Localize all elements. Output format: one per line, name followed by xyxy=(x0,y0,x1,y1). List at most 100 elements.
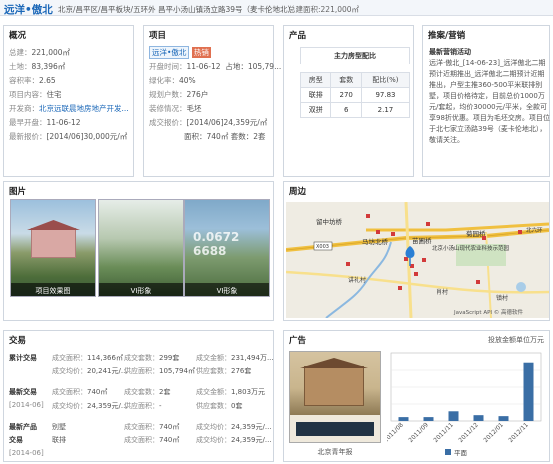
roof-shape xyxy=(27,220,80,230)
poi-marker[interactable] xyxy=(518,230,522,234)
map-canvas[interactable]: X003 留中坊桥 马坊北桥 苗圃桥 菊园桥 北六环 北京小汤山现代农业科技示范… xyxy=(286,202,549,318)
image-label: 项目效果图 xyxy=(11,283,95,296)
poi-marker[interactable] xyxy=(366,214,370,218)
map-panel: 周边 X003 留中坊桥 马坊北桥 苗圃桥 菊园桥 北六环 北京小汤山现代农业科… xyxy=(283,181,550,321)
poi-marker[interactable] xyxy=(422,258,426,262)
trade-cell: 供应套数：0套 xyxy=(196,402,243,410)
image-label: VI形象 xyxy=(185,283,269,296)
x-tick-label: 2011/09 xyxy=(407,421,430,444)
ad-text-block xyxy=(296,422,374,436)
trade-cell: 成交均价：24,359元/... xyxy=(196,423,272,431)
trade-cell: 供应面积：105,794㎡ xyxy=(124,367,195,375)
poi-marker[interactable] xyxy=(404,257,408,261)
project-row: 绿化率：40% xyxy=(149,76,196,85)
lake xyxy=(516,282,526,292)
trade-cell: 成交金额：1,803万元 xyxy=(196,388,266,396)
trade-cell: 别墅 xyxy=(52,423,66,431)
road xyxy=(366,222,549,232)
chart-bar[interactable] xyxy=(473,415,484,421)
ad-roof-icon xyxy=(300,358,368,368)
chart-bar[interactable] xyxy=(398,417,409,421)
trade-cell: 成交套数：2套 xyxy=(124,388,171,396)
poi-marker[interactable] xyxy=(346,262,350,266)
ad-house-icon xyxy=(304,366,364,406)
map-label: 马坊北桥 xyxy=(362,237,389,246)
x-tick-label: 2012/11 xyxy=(507,421,530,444)
project-name-row: 远洋•傲北 热销 xyxy=(149,46,211,59)
image-thumb-rendering[interactable]: 项目效果图 xyxy=(10,199,96,297)
total-area: 总建面积:221,000㎡ xyxy=(288,5,360,14)
project-row: 规划户数：276户 xyxy=(149,90,209,99)
poi-marker[interactable] xyxy=(391,232,395,236)
poi-marker[interactable] xyxy=(376,230,380,234)
poi-marker[interactable] xyxy=(398,286,402,290)
trade-panel: 交易 累计交易 成交面积：114,366㎡ 成交套数：299套 成交金额：231… xyxy=(3,330,274,462)
trade-section-heading: 最新产品 xyxy=(9,423,37,431)
poi-marker[interactable] xyxy=(482,236,486,240)
project-address: 北京/昌平区/昌平板块/五环外 昌平小汤山镇汤立路39号（麦卡伦地北） xyxy=(58,5,296,14)
ad-spend-chart: 2011/08 2011/09 2011/11 2011/12 2012/01 2012/… xyxy=(387,352,542,457)
image-thumb-vi-1[interactable]: VI形象 xyxy=(98,199,184,297)
product-panel-title: 产品 xyxy=(289,31,307,41)
table-row: 双拼 6 2.17 xyxy=(299,102,411,118)
map-label: 留中坊桥 xyxy=(316,217,343,226)
image-thumb-vi-2[interactable]: 0.0672 6688 VI形象 xyxy=(184,199,270,297)
decorative-numbers-icon: 0.0672 6688 xyxy=(193,230,240,258)
product-table: 房型 套数 配比(%) 联排 270 97.83 双拼 6 2.17 xyxy=(299,72,411,118)
chart-bar[interactable] xyxy=(498,416,509,421)
project-row: 开盘时间：11-06-12 占地：105,79... xyxy=(149,62,282,71)
developer-link[interactable]: 北京远联晨地房地产开发... xyxy=(39,104,129,113)
overview-row: 开发商：北京远联晨地房地产开发... xyxy=(9,104,129,113)
legend-swatch xyxy=(445,449,451,455)
trade-section-heading-2: 交易 xyxy=(9,436,23,444)
status-badge: 热销 xyxy=(191,47,211,58)
trade-cell: 成交均价：24,359元/... xyxy=(52,402,128,410)
map-credit: JavaScript API © 高德软件 xyxy=(453,308,524,316)
poi-marker[interactable] xyxy=(476,280,480,284)
poi-marker[interactable] xyxy=(426,222,430,226)
trade-panel-title: 交易 xyxy=(9,336,27,346)
trade-cell: 成交套数：299套 xyxy=(124,354,180,362)
trade-section-date: [2014-06] xyxy=(9,449,44,457)
overview-row: 项目内容：住宅 xyxy=(9,90,62,99)
overview-title: 概况 xyxy=(9,31,27,41)
ad-newspaper-image[interactable] xyxy=(289,351,381,443)
project-row: 面积：740㎡ 套数：2套 xyxy=(184,132,266,141)
chart-bar[interactable] xyxy=(423,417,434,421)
table-header: 配比(%) xyxy=(360,72,411,88)
trade-cell: 成交金额：231,494万... xyxy=(196,354,274,362)
trade-section-heading: 累计交易 xyxy=(9,354,37,362)
house-shape xyxy=(31,228,76,258)
trade-cell: 供应面积：- xyxy=(124,402,162,410)
trade-cell: 成交面积：740㎡ xyxy=(124,423,180,431)
table-row: 联排 270 97.83 xyxy=(299,87,411,103)
map-label: 肖村 xyxy=(436,288,448,296)
x-tick-label: 2011/11 xyxy=(432,421,455,444)
promo-panel-title: 推案/营销 xyxy=(428,31,466,41)
project-panel: 项目 远洋•傲北 热销 开盘时间：11-06-12 占地：105,79... 绿… xyxy=(143,25,281,177)
trade-cell: 联排 xyxy=(52,436,66,444)
poi-marker[interactable] xyxy=(414,272,418,276)
map-label: 讲礼村 xyxy=(348,276,366,284)
map-label: 苗圃桥 xyxy=(412,236,432,245)
legend-label: 平面 xyxy=(454,449,468,457)
trade-cell: 成交面积：114,366㎡ xyxy=(52,354,123,362)
chart-bar[interactable] xyxy=(523,362,534,421)
promo-panel: 推案/营销 最新营销活动 远洋·傲北_[14-06-23]_远洋傲北二期预计近期… xyxy=(422,25,550,177)
chart-bar[interactable] xyxy=(448,411,459,421)
image-label: VI形象 xyxy=(99,283,183,296)
overview-row: 容积率：2.65 xyxy=(9,76,56,85)
trade-cell: 成交面积：740㎡ xyxy=(124,436,180,444)
x-tick-label: 2012/01 xyxy=(482,421,505,444)
product-panel: 产品 主力房型配比 房型 套数 配比(%) 联排 270 97.83 双拼 6 2.17 xyxy=(283,25,414,177)
trade-cell: 供应套数：276套 xyxy=(196,367,252,375)
ad-panel: 广告 投放金额单位万元 北京青年报 2011/08 2011/09 2011/11 2… xyxy=(283,330,550,462)
project-row: 装修情况：毛坯 xyxy=(149,104,202,113)
ad-unit-link[interactable]: 投放金额单位万元 xyxy=(488,335,544,345)
trade-cell: 成交面积：740㎡ xyxy=(52,388,108,396)
overview-row: 最新报价：[2014/06]30,000元/㎡ xyxy=(9,132,128,141)
trade-section-date: [2014-06] xyxy=(9,401,44,409)
project-name-tag[interactable]: 远洋•傲北 xyxy=(149,46,190,59)
project-panel-title: 项目 xyxy=(149,31,167,41)
trade-cell: 成交均价：20,241元/... xyxy=(52,367,128,375)
